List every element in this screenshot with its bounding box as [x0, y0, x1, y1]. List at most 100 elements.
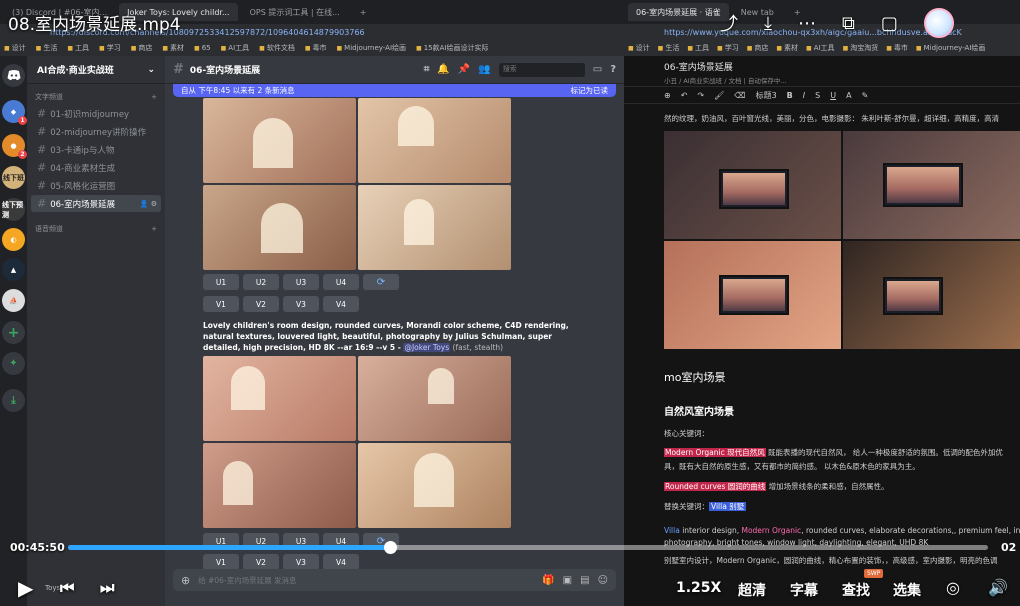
bookmark[interactable]: 素材 — [162, 43, 184, 53]
download-icon[interactable]: ⤓ — [764, 13, 772, 34]
doc-image[interactable] — [843, 241, 1020, 349]
v2-button[interactable]: V2 — [243, 554, 279, 570]
previous-icon[interactable]: ⏮ — [60, 578, 74, 598]
search-input[interactable] — [498, 62, 585, 77]
bookmark[interactable]: 毒市 — [886, 43, 908, 53]
play-icon[interactable]: ▶ — [18, 576, 33, 600]
bookmark[interactable]: 软件文档 — [259, 43, 295, 53]
channel-item[interactable]: #04-商业素材生成 — [31, 159, 161, 176]
invite-and-settings-icon[interactable]: 👤 ⚙ — [140, 200, 157, 208]
bookmark[interactable]: 淘宝淘货 — [843, 43, 878, 53]
danmaku-icon[interactable]: ◎ — [946, 578, 960, 597]
bookmark[interactable]: 设计 — [4, 43, 26, 53]
inbox-icon[interactable]: ▭ — [593, 64, 602, 75]
grid-image[interactable] — [203, 443, 356, 528]
v3-button[interactable]: V3 — [283, 296, 319, 312]
v1-button[interactable]: V1 — [203, 296, 239, 312]
episodes-button[interactable]: 选集 — [893, 580, 921, 600]
bookmark[interactable]: 生活 — [36, 43, 57, 53]
server-icon[interactable]: ◆ 1 — [2, 100, 27, 125]
browser-tab-ops[interactable]: OPS 提示词工具 | 在线... — [242, 3, 348, 21]
channel-item-active[interactable]: #06-室内场景延展 👤 ⚙ — [31, 195, 161, 212]
bold-icon[interactable]: B — [787, 91, 793, 100]
bookmark[interactable]: 设计 — [628, 43, 650, 53]
bookmark[interactable]: 65 — [194, 44, 211, 52]
bookmark[interactable]: 商店 — [747, 43, 768, 53]
image-grid[interactable] — [203, 98, 511, 270]
bookmark[interactable]: 学习 — [99, 43, 121, 53]
speed-button[interactable]: 1.25X — [676, 580, 721, 596]
doc-image-grid[interactable] — [664, 131, 1020, 349]
search-button[interactable]: 查找 — [842, 580, 870, 600]
bookmark[interactable]: Midjourney-AI绘画 — [916, 43, 986, 53]
bookmark[interactable]: 工具 — [67, 43, 89, 53]
u1-button[interactable]: U1 — [203, 274, 239, 290]
server-name-header[interactable]: AI合成·商业实战班 ⌄ — [27, 56, 165, 84]
grid-image[interactable] — [358, 98, 511, 183]
u2-button[interactable]: U2 — [243, 274, 279, 290]
grid-image[interactable] — [203, 98, 356, 183]
bookmark[interactable]: 商店 — [131, 43, 152, 53]
category-voice-channels[interactable]: 语音频道 + — [27, 222, 165, 236]
image-grid[interactable] — [203, 356, 511, 528]
channel-item[interactable]: #03-卡通ip与人物 — [31, 141, 161, 158]
server-icon[interactable]: ▲ — [2, 258, 25, 281]
discord-home-icon[interactable] — [2, 64, 25, 87]
server-icon[interactable]: ◐ — [2, 228, 25, 251]
grid-image[interactable] — [203, 356, 356, 441]
quality-button[interactable]: 超清 — [738, 580, 766, 600]
bookmark[interactable]: 素材 — [776, 43, 798, 53]
clear-format-icon[interactable]: ⌫ — [734, 91, 745, 100]
threads-icon[interactable]: ⌗ — [424, 64, 430, 75]
help-icon[interactable]: ? — [610, 64, 616, 75]
progress-knob[interactable] — [384, 541, 397, 554]
bookmark[interactable]: 工具 — [687, 43, 709, 53]
grid-image[interactable] — [358, 185, 511, 270]
channel-item[interactable]: #02-midjourney讲阶操作 — [31, 123, 161, 140]
redo-icon[interactable]: ↷ — [697, 91, 704, 100]
browser-tab-yuque[interactable]: 06-室内场景延展 · 语雀 — [628, 3, 729, 21]
grid-image[interactable] — [203, 185, 356, 270]
next-icon[interactable]: ⏭ — [100, 578, 114, 598]
grid-image[interactable] — [358, 443, 511, 528]
add-channel-icon[interactable]: + — [151, 225, 157, 233]
u4-button[interactable]: U4 — [323, 274, 359, 290]
doc-image[interactable] — [843, 131, 1020, 239]
u3-button[interactable]: U3 — [283, 274, 319, 290]
font-color-icon[interactable]: A — [846, 91, 851, 100]
server-icon-prediction[interactable]: 线下预测 — [2, 198, 25, 221]
volume-icon[interactable]: 🔊 — [988, 578, 1008, 597]
subtitle-button[interactable]: 字幕 — [790, 580, 818, 600]
grid-image[interactable] — [358, 356, 511, 441]
bookmark[interactable]: 15款AI绘画设计实际 — [416, 43, 489, 53]
progress-bar[interactable] — [68, 541, 988, 554]
v4-button[interactable]: V4 — [323, 554, 359, 570]
v2-button[interactable]: V2 — [243, 296, 279, 312]
doc-image[interactable] — [664, 241, 841, 349]
explore-servers-button[interactable]: ✦ — [2, 352, 25, 375]
new-tab-button[interactable]: + — [352, 3, 375, 21]
v3-button[interactable]: V3 — [283, 554, 319, 570]
doc-image[interactable] — [664, 131, 841, 239]
v4-button[interactable]: V4 — [323, 296, 359, 312]
v1-button[interactable]: V1 — [203, 554, 239, 570]
server-icon[interactable]: ● 2 — [2, 134, 27, 159]
pip-icon[interactable]: ▢ — [881, 13, 898, 34]
bookmark[interactable]: AI工具 — [221, 43, 249, 53]
heading-select[interactable]: 标题3 — [756, 90, 777, 101]
bookmark[interactable]: 毒市 — [305, 43, 327, 53]
channel-item[interactable]: #05-风格化运营图 — [31, 177, 161, 194]
new-messages-bar[interactable]: 自从 下午8:45 以来有 2 条新消息 标记为已读 — [173, 84, 616, 97]
download-apps-button[interactable]: ⤓ — [2, 389, 25, 412]
undo-icon[interactable]: ↶ — [681, 91, 688, 100]
underline-icon[interactable]: U — [830, 91, 836, 100]
refresh-button[interactable]: ⟳ — [363, 274, 399, 290]
bookmark[interactable]: 生活 — [658, 43, 679, 53]
strikethrough-icon[interactable]: S — [815, 91, 820, 100]
members-icon[interactable]: 👥 — [478, 64, 490, 75]
bell-icon[interactable]: 🔔 — [437, 64, 449, 75]
bookmark[interactable]: 学习 — [717, 43, 739, 53]
add-server-button[interactable]: + — [2, 321, 25, 344]
format-painter-icon[interactable]: 🖌 — [714, 91, 724, 100]
screenshot-icon[interactable]: ⧉ — [842, 13, 855, 34]
